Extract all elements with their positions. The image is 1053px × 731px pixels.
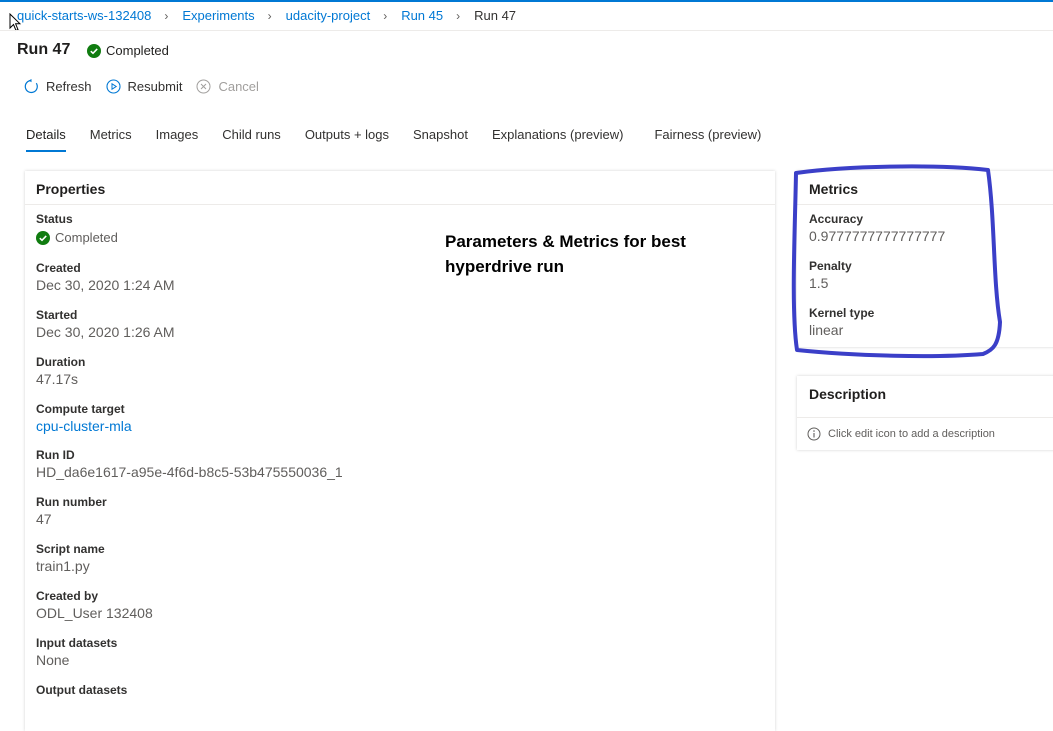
property-created-by: Created by ODL_User 132408 [36, 589, 153, 621]
compute-target-link[interactable]: cpu-cluster-mla [36, 418, 132, 434]
tab-metrics[interactable]: Metrics [90, 127, 132, 152]
property-label: Status [36, 212, 73, 226]
tab-images[interactable]: Images [156, 127, 199, 152]
play-circle-icon [105, 79, 121, 94]
info-icon [807, 427, 821, 441]
resubmit-button[interactable]: Resubmit [105, 79, 183, 94]
status-text: Completed [106, 43, 169, 58]
tab-explanations[interactable]: Explanations (preview) [492, 127, 624, 152]
breadcrumb: quick-starts-ws-132408 › Experiments › u… [17, 8, 516, 23]
check-circle-icon [87, 43, 101, 58]
property-label: Script name [36, 542, 105, 556]
annotation-line-1: Parameters & Metrics for best [445, 232, 686, 251]
annotation-outline [791, 164, 1002, 359]
header-divider [0, 30, 1053, 31]
property-value: 47 [36, 511, 52, 527]
description-hint-text: Click edit icon to add a description [828, 428, 995, 440]
property-label: Created by [36, 589, 99, 603]
property-input-datasets: Input datasets None [36, 636, 117, 668]
property-compute-target: Compute target cpu-cluster-mla [36, 402, 132, 434]
refresh-icon [24, 79, 38, 94]
breadcrumb-experiment[interactable]: udacity-project [286, 8, 371, 23]
status-badge: Completed [87, 43, 169, 58]
property-label: Started [36, 308, 78, 322]
properties-title: Properties [36, 181, 106, 197]
breadcrumb-workspace[interactable]: quick-starts-ws-132408 [17, 8, 151, 23]
refresh-button[interactable]: Refresh [24, 79, 92, 94]
property-output-datasets: Output datasets [36, 683, 127, 697]
chevron-right-icon: › [164, 8, 169, 23]
tab-snapshot[interactable]: Snapshot [413, 127, 468, 152]
property-label: Created [36, 261, 81, 275]
property-value: 47.17s [36, 371, 79, 387]
toolbar: Refresh Resubmit Cancel [24, 79, 273, 94]
property-status-value: Completed [36, 230, 118, 245]
properties-divider [25, 204, 775, 205]
description-divider [797, 417, 1053, 418]
property-script-name: Script name train1.py [36, 542, 105, 574]
cancel-button[interactable]: Cancel [196, 79, 259, 94]
description-title: Description [809, 386, 887, 402]
property-run-number: Run number 47 [36, 495, 107, 527]
property-value: Dec 30, 2020 1:24 AM [36, 277, 175, 293]
page-title: Run 47 [17, 41, 71, 58]
property-value: HD_da6e1617-a95e-4f6d-b8c5-53b475550036_… [36, 464, 343, 480]
property-status: Status Completed [36, 212, 118, 245]
tab-child-runs[interactable]: Child runs [222, 127, 281, 152]
property-label: Input datasets [36, 636, 118, 650]
breadcrumb-parent-run[interactable]: Run 45 [401, 8, 443, 23]
refresh-label: Refresh [46, 79, 92, 94]
property-label: Output datasets [36, 683, 128, 697]
property-label: Run number [36, 495, 107, 509]
tab-bar: Details Metrics Images Child runs Output… [26, 127, 785, 152]
breadcrumb-current: Run 47 [474, 8, 517, 23]
property-value: train1.py [36, 558, 90, 574]
property-value: Dec 30, 2020 1:26 AM [36, 324, 175, 340]
chevron-right-icon: › [456, 8, 461, 23]
property-created: Created Dec 30, 2020 1:24 AM [36, 261, 175, 293]
property-label: Duration [36, 355, 86, 369]
tab-fairness[interactable]: Fairness (preview) [654, 127, 761, 152]
description-hint: Click edit icon to add a description [807, 427, 995, 441]
cancel-circle-icon [196, 79, 211, 94]
property-value: Completed [55, 230, 118, 245]
property-label: Compute target [36, 402, 125, 416]
annotation-line-2: hyperdrive run [445, 257, 565, 276]
property-started: Started Dec 30, 2020 1:26 AM [36, 308, 175, 340]
property-value: ODL_User 132408 [36, 605, 153, 621]
cancel-label: Cancel [218, 79, 259, 94]
property-duration: Duration 47.17s [36, 355, 85, 387]
breadcrumb-experiments[interactable]: Experiments [182, 8, 254, 23]
property-run-id: Run ID HD_da6e1617-a95e-4f6d-b8c5-53b475… [36, 448, 343, 480]
check-circle-icon [36, 230, 50, 245]
chevron-right-icon: › [383, 8, 388, 23]
annotation-text: Parameters & Metrics for best hyperdrive… [445, 229, 745, 279]
resubmit-label: Resubmit [127, 79, 183, 94]
property-label: Run ID [36, 448, 75, 462]
description-panel: Description Click edit icon to add a des… [797, 376, 1053, 450]
chevron-right-icon: › [267, 8, 272, 23]
tab-outputs-logs[interactable]: Outputs + logs [305, 127, 389, 152]
top-accent-line [0, 0, 1053, 2]
property-value: None [36, 652, 70, 668]
tab-details[interactable]: Details [26, 127, 66, 152]
